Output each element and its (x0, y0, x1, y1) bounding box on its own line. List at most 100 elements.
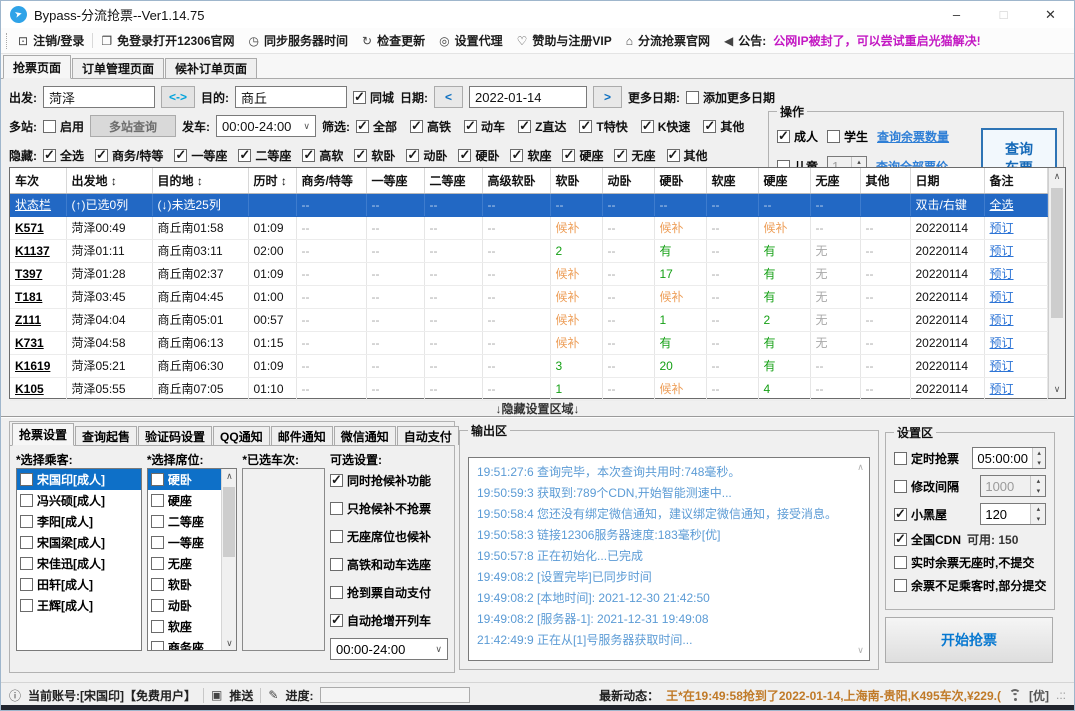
train-link[interactable]: K105 (10, 377, 66, 400)
hide-checkbox[interactable]: 软座 (510, 147, 551, 164)
hide-checkbox[interactable]: 硬座 (562, 147, 603, 164)
student-checkbox[interactable]: 学生 (827, 128, 868, 145)
panel-tab-抢票设置[interactable]: 抢票设置 (12, 423, 74, 446)
column-header[interactable]: 商务/特等 (296, 168, 366, 193)
status-cell[interactable]: 状态栏 (10, 193, 66, 216)
no-seat-no-submit-checkbox[interactable]: 实时余票无座时,不提交 (894, 554, 1034, 571)
column-header[interactable]: 软卧 (550, 168, 602, 193)
checkbox-icon[interactable] (151, 494, 164, 507)
blackroom-spinner[interactable]: 120 ▴▾ (980, 503, 1046, 525)
output-log[interactable]: 19:51:27:6 查询完毕，本次查询共用时:748毫秒。19:50:59:3… (468, 457, 870, 661)
panel-tab-自动支付[interactable]: 自动支付 (397, 426, 459, 445)
checkbox-icon[interactable] (151, 578, 164, 591)
table-row[interactable]: K105菏泽05:55商丘南07:0501:10--------1--候补--4… (10, 377, 1048, 400)
toolbar-item-open-12306-site[interactable]: ❐免登录打开12306官网 (94, 32, 241, 49)
scroll-up-icon[interactable]: ∧ (853, 459, 868, 476)
checkbox-icon[interactable] (151, 515, 164, 528)
seat-item[interactable]: 软座 (148, 616, 221, 637)
panel-tab-微信通知[interactable]: 微信通知 (334, 426, 396, 445)
adult-checkbox[interactable]: 成人 (777, 128, 818, 145)
scroll-down-icon[interactable]: ∨ (853, 642, 868, 659)
passenger-item[interactable]: 李阳[成人] (17, 511, 141, 532)
book-link[interactable]: 预订 (984, 285, 1048, 308)
toolbar-item-official-site[interactable]: ⌂分流抢票官网 (619, 32, 717, 49)
spin-up-icon[interactable]: ▴ (1031, 504, 1045, 514)
book-link[interactable]: 预订 (984, 354, 1048, 377)
book-link[interactable]: 预订 (984, 262, 1048, 285)
query-ticket-count-link[interactable]: 查询余票数量 (877, 128, 949, 145)
toolbar-item-proxy-settings[interactable]: ◎设置代理 (432, 32, 510, 49)
hide-checkbox[interactable]: 二等座 (238, 147, 291, 164)
push-label[interactable]: 推送 (229, 687, 253, 704)
hide-checkbox[interactable]: 商务/特等 (95, 147, 163, 164)
passenger-item[interactable]: 田轩[成人] (17, 574, 141, 595)
add-more-dates-checkbox[interactable]: 添加更多日期 (686, 89, 775, 106)
checkbox-icon[interactable] (151, 620, 164, 633)
hide-checkbox[interactable]: 软卧 (354, 147, 395, 164)
tab-抢票页面[interactable]: 抢票页面 (3, 55, 71, 79)
checkbox-icon[interactable] (20, 578, 33, 591)
filter-checkbox[interactable]: 高铁 (410, 118, 451, 135)
filter-checkbox[interactable]: K快速 (641, 118, 691, 135)
checkbox-icon[interactable] (20, 599, 33, 612)
hide-checkbox[interactable]: 无座 (614, 147, 655, 164)
option-checkbox[interactable]: 自动抢增开列车 (330, 612, 431, 629)
column-header[interactable]: 软座 (706, 168, 758, 193)
hide-checkbox[interactable]: 其他 (667, 147, 708, 164)
passenger-item[interactable]: 宋佳迅[成人] (17, 553, 141, 574)
checkbox-icon[interactable] (20, 557, 33, 570)
column-header[interactable]: 高级软卧 (482, 168, 550, 193)
book-link[interactable]: 预订 (984, 239, 1048, 262)
option-checkbox[interactable]: 同时抢候补功能 (330, 472, 431, 489)
option-checkbox[interactable]: 只抢候补不抢票 (330, 500, 431, 517)
selected-trains-list[interactable] (242, 468, 325, 651)
column-header[interactable]: 出发地 ↕ (66, 168, 152, 193)
checkbox-icon[interactable] (151, 641, 164, 651)
train-link[interactable]: K1137 (10, 239, 66, 262)
passenger-item[interactable]: 王辉[成人] (17, 595, 141, 616)
train-link[interactable]: T181 (10, 285, 66, 308)
train-link[interactable]: T397 (10, 262, 66, 285)
panel-tab-验证码设置[interactable]: 验证码设置 (138, 426, 212, 445)
seat-item[interactable]: 商务座 (148, 637, 221, 651)
prev-date-button[interactable]: < (434, 86, 463, 108)
interval-spinner[interactable]: 1000 ▴▾ (980, 475, 1046, 497)
multi-enable-checkbox[interactable]: 启用 (43, 118, 84, 135)
toolbar-item-sync-server-time[interactable]: ◷同步服务器时间 (242, 32, 356, 49)
toolbar-item-logout-login[interactable]: ⊡注销/登录 (11, 32, 91, 49)
train-link[interactable]: K571 (10, 216, 66, 239)
column-header[interactable]: 车次 (10, 168, 66, 193)
column-header[interactable]: 硬座 (758, 168, 810, 193)
scroll-down-icon[interactable]: ∨ (222, 636, 236, 650)
table-scrollbar[interactable]: ∧ ∨ (1048, 168, 1065, 398)
timed-time-spinner[interactable]: 05:00:00 ▴▾ (972, 447, 1046, 469)
tab-候补订单页面[interactable]: 候补订单页面 (165, 58, 257, 78)
column-header[interactable]: 一等座 (366, 168, 424, 193)
status-row[interactable]: 状态栏(↑)已选0列(↓)未选25列--------------------双击… (10, 193, 1048, 216)
column-header[interactable]: 备注 (984, 168, 1048, 193)
hide-checkbox[interactable]: 一等座 (174, 147, 227, 164)
book-link[interactable]: 预订 (984, 308, 1048, 331)
depart-input[interactable]: 菏泽 (43, 86, 155, 108)
checkbox-icon[interactable] (151, 536, 164, 549)
checkbox-icon[interactable] (20, 515, 33, 528)
table-row[interactable]: T181菏泽03:45商丘南04:4501:00--------候补--候补--… (10, 285, 1048, 308)
panel-tab-QQ通知[interactable]: QQ通知 (213, 426, 270, 445)
panel-tab-邮件通知[interactable]: 邮件通知 (271, 426, 333, 445)
column-header[interactable]: 日期 (910, 168, 984, 193)
tab-订单管理页面[interactable]: 订单管理页面 (72, 58, 164, 78)
book-link[interactable]: 预订 (984, 331, 1048, 354)
toolbar-item-announcement[interactable]: ◀公告: (717, 32, 773, 49)
spin-up-icon[interactable]: ▴ (1033, 448, 1045, 458)
next-date-button[interactable]: > (593, 86, 622, 108)
column-header[interactable]: 历时 ↕ (248, 168, 296, 193)
train-link[interactable]: K1619 (10, 354, 66, 377)
checkbox-icon[interactable] (151, 599, 164, 612)
hide-checkbox[interactable]: 全选 (43, 147, 84, 164)
output-scrollbar[interactable]: ∧ ∨ (853, 459, 868, 659)
spin-down-icon[interactable]: ▾ (1031, 486, 1045, 496)
column-header[interactable]: 其他 (860, 168, 910, 193)
blackroom-checkbox[interactable]: 小黑屋 (894, 506, 947, 523)
table-row[interactable]: Z111菏泽04:04商丘南05:0100:57--------候补--1--2… (10, 308, 1048, 331)
start-grab-button[interactable]: 开始抢票 (885, 617, 1053, 663)
